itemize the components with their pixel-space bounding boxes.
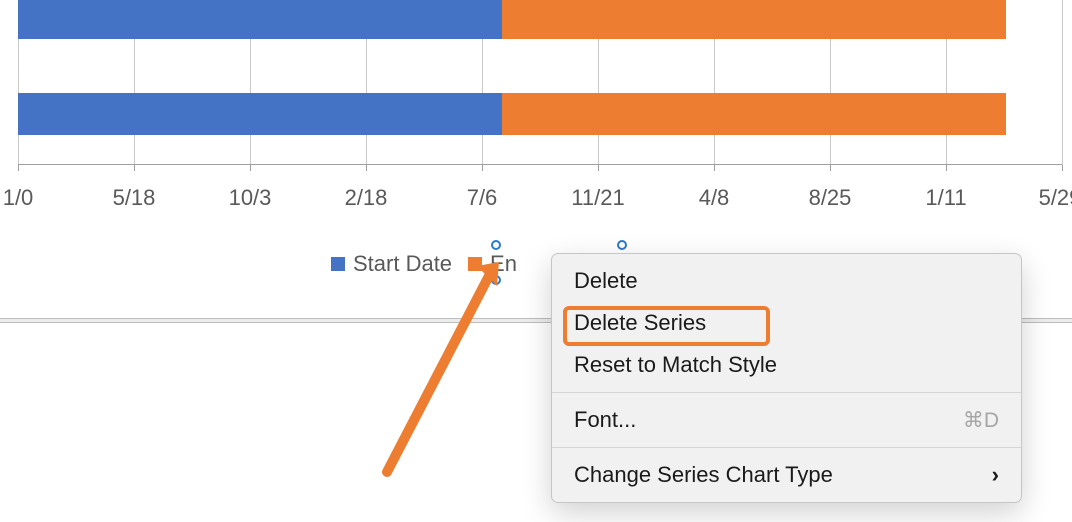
menu-item-reset-to-match-style[interactable]: Reset to Match Style — [552, 344, 1021, 386]
x-tick-label: 8/25 — [809, 185, 852, 211]
bar-row[interactable] — [18, 0, 1006, 39]
selection-handle[interactable] — [491, 240, 501, 250]
legend-swatch-blue — [331, 257, 345, 271]
selection-handle[interactable] — [617, 240, 627, 250]
bar-segment-start-date[interactable] — [18, 0, 502, 39]
legend-swatch-orange — [468, 257, 482, 271]
menu-separator — [552, 447, 1021, 448]
menu-separator — [552, 392, 1021, 393]
menu-item-change-series-chart-type[interactable]: Change Series Chart Type › — [552, 454, 1021, 496]
menu-item-label: Font... — [574, 407, 636, 433]
annotation-arrow-icon — [377, 262, 517, 482]
chart-plot-area[interactable] — [18, 0, 1062, 165]
bar-segment-end-date[interactable] — [502, 93, 1006, 135]
x-tick-label: 5/18 — [113, 185, 156, 211]
bar-segment-end-date[interactable] — [502, 0, 1006, 39]
x-tick-label: 5/29 — [1039, 185, 1072, 211]
chart-legend[interactable]: Start Date En — [331, 250, 517, 278]
x-tick-label: 7/6 — [467, 185, 498, 211]
selection-handle[interactable] — [491, 275, 501, 285]
menu-item-label: Change Series Chart Type — [574, 462, 833, 488]
menu-item-label: Delete — [574, 268, 638, 294]
context-menu: Delete Delete Series Reset to Match Styl… — [551, 253, 1022, 503]
legend-label: En — [490, 251, 517, 277]
x-tick-label: 2/18 — [345, 185, 388, 211]
legend-item-start-date[interactable]: Start Date — [331, 251, 452, 277]
chevron-right-icon: › — [992, 462, 999, 488]
legend-label: Start Date — [353, 251, 452, 277]
menu-item-delete[interactable]: Delete — [552, 260, 1021, 302]
menu-item-delete-series[interactable]: Delete Series — [552, 302, 1021, 344]
x-tick-label: 10/3 — [229, 185, 272, 211]
x-tick-label: 1/11 — [925, 185, 966, 211]
menu-item-shortcut: ⌘D — [963, 408, 999, 433]
bar-row[interactable] — [18, 93, 1006, 135]
chart-x-axis: 1/0 5/18 10/3 2/18 7/6 11/21 4/8 8/25 1/… — [0, 185, 1072, 215]
menu-item-label: Reset to Match Style — [574, 352, 777, 378]
menu-item-label: Delete Series — [574, 310, 706, 336]
legend-item-end-date[interactable]: En — [468, 251, 517, 277]
menu-item-font[interactable]: Font... ⌘D — [552, 399, 1021, 441]
x-tick-label: 11/21 — [571, 185, 624, 211]
bar-segment-start-date[interactable] — [18, 93, 502, 135]
x-tick-label: 4/8 — [699, 185, 730, 211]
x-tick-label: 1/0 — [3, 185, 34, 211]
